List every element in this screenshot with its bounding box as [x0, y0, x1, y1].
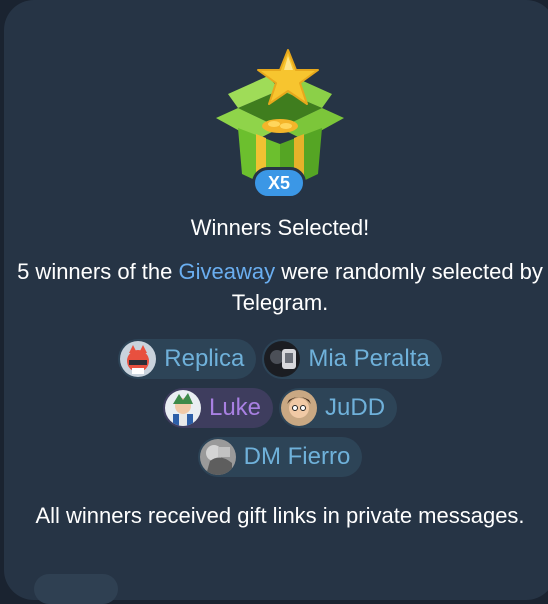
multiplier-badge: X5 [252, 167, 306, 199]
dark-photo-avatar [264, 341, 301, 377]
winners-list: Replica Mia Peralta Luke JuDD DM Fierro [4, 339, 548, 486]
winners-row: DM Fierro [4, 437, 548, 477]
winner-name: DM Fierro [243, 443, 351, 470]
results-description: 5 winners of the Giveaway were randomly … [4, 256, 548, 318]
winner-name: JuDD [325, 394, 386, 421]
portrait-avatar [281, 390, 318, 426]
results-title: Winners Selected! [190, 215, 370, 240]
winners-row: Replica Mia Peralta [4, 339, 548, 379]
winner-name: Mia Peralta [308, 345, 430, 372]
description-text-end: were randomly selected by Telegram. [231, 259, 543, 315]
reaction-button[interactable] [34, 574, 118, 604]
winner-chip-dm-fierro[interactable]: DM Fierro [197, 437, 363, 477]
giveaway-results-card: X5 Winners Selected! 5 winners of the Gi… [4, 0, 548, 604]
winners-row: Luke JuDD [4, 388, 548, 428]
winner-name: Replica [164, 345, 245, 372]
winner-name: Luke [208, 394, 262, 421]
winner-chip-replica[interactable]: Replica [118, 339, 257, 379]
description-text-start: 5 winners of the [17, 259, 179, 284]
results-footer: All winners received gift links in priva… [35, 503, 525, 528]
giveaway-link[interactable]: Giveaway [179, 259, 276, 284]
winner-chip-judd[interactable]: JuDD [279, 388, 398, 428]
red-cat-avatar [120, 341, 157, 377]
character-avatar [164, 390, 201, 426]
grayscale-photo-avatar [199, 439, 236, 475]
winner-chip-luke[interactable]: Luke [162, 388, 274, 428]
winner-chip-mia-peralta[interactable]: Mia Peralta [262, 339, 442, 379]
